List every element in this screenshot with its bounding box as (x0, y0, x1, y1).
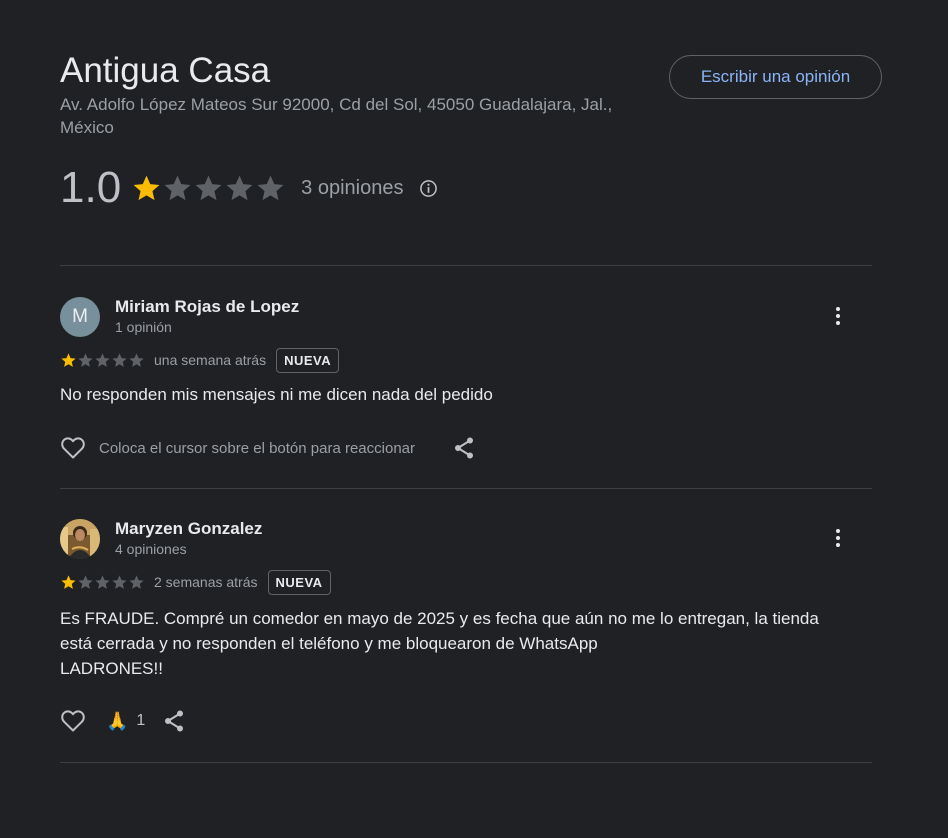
divider (60, 265, 872, 266)
like-heart-icon[interactable] (60, 709, 86, 733)
more-dot (836, 529, 840, 533)
star-empty-icon (164, 175, 191, 200)
rating-summary: 1.0 3 opiniones (60, 160, 438, 216)
reviewer-review-count: 4 opiniones (115, 541, 187, 557)
star-filled-icon (61, 352, 76, 367)
divider (60, 488, 872, 489)
star-empty-icon (257, 175, 284, 200)
review-text-line: LADRONES!! (60, 659, 163, 678)
react-hint: Coloca el cursor sobre el botón para rea… (99, 439, 416, 457)
more-dot (836, 536, 840, 540)
info-icon[interactable] (419, 179, 438, 198)
new-badge: NUEVA (276, 347, 340, 373)
review-date: 2 semanas atrás (154, 574, 258, 590)
review-card: Maryzen Gonzalez 4 opiniones 2 semanas a… (60, 519, 872, 749)
review-card: M Miriam Rojas de Lopez 1 opinión una se… (60, 297, 872, 467)
star-empty-icon (129, 574, 144, 589)
pray-emoji-icon: 🙏 (106, 710, 129, 731)
more-dot (836, 543, 840, 547)
star-empty-icon (195, 175, 222, 200)
share-icon[interactable] (163, 709, 185, 733)
review-count[interactable]: 3 opiniones (301, 177, 403, 200)
average-rating: 1.0 (60, 163, 122, 212)
place-address: Av. Adolfo López Mateos Sur 92000, Cd de… (60, 95, 613, 137)
avatar-photo[interactable] (60, 519, 100, 559)
reviewer-name[interactable]: Miriam Rojas de Lopez (115, 297, 299, 317)
star-filled-icon (133, 175, 160, 200)
review-text-line: Es FRAUDE. Compré un comedor en mayo de … (60, 609, 819, 628)
star-empty-icon (129, 352, 144, 367)
more-dot (836, 307, 840, 311)
reaction-count: 1 (136, 712, 146, 729)
star-empty-icon (112, 574, 127, 589)
average-stars (131, 173, 286, 204)
star-empty-icon (95, 352, 110, 367)
review-text: Es FRAUDE. Compré un comedor en mayo de … (60, 606, 872, 681)
star-empty-icon (226, 175, 253, 200)
review-stars (60, 352, 145, 369)
star-empty-icon (78, 574, 93, 589)
reviews-panel: Antigua Casa Av. Adolfo López Mateos Sur… (0, 0, 948, 838)
review-rating-row: 2 semanas atrás NUEVA (60, 569, 331, 595)
more-dot (836, 321, 840, 325)
more-options-button[interactable] (828, 523, 848, 553)
review-text-line: está cerrada y no responden el teléfono … (60, 634, 598, 653)
reaction-chip[interactable]: 🙏 1 (106, 711, 145, 732)
new-badge: NUEVA (267, 569, 331, 595)
star-empty-icon (78, 352, 93, 367)
star-empty-icon (112, 352, 127, 367)
more-dot (836, 314, 840, 318)
star-filled-icon (61, 574, 76, 589)
write-review-button[interactable]: Escribir una opinión (669, 55, 882, 99)
star-empty-icon (95, 574, 110, 589)
avatar[interactable]: M (60, 297, 100, 337)
review-actions: Coloca el cursor sobre el botón para rea… (60, 434, 475, 462)
review-rating-row: una semana atrás NUEVA (60, 347, 340, 373)
reviewer-name[interactable]: Maryzen Gonzalez (115, 519, 262, 539)
place-title: Antigua Casa (60, 51, 271, 90)
reviewer-review-count: 1 opinión (115, 319, 172, 335)
share-icon[interactable] (453, 436, 475, 460)
like-heart-icon[interactable] (60, 436, 86, 460)
divider (60, 762, 872, 763)
review-date: una semana atrás (154, 352, 267, 368)
review-actions: 🙏 1 (60, 707, 185, 735)
review-text: No responden mis mensajes ni me dicen na… (60, 385, 493, 404)
more-options-button[interactable] (828, 301, 848, 331)
review-stars (60, 574, 145, 591)
